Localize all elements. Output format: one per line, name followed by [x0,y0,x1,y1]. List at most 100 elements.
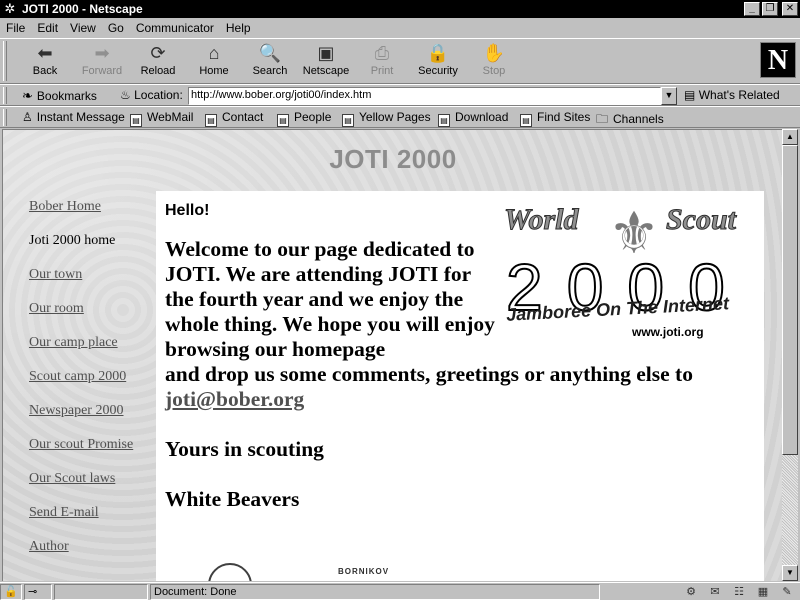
personal-item-instant-message[interactable]: ♙ Instant Message [22,110,125,124]
forward-label: Forward [81,65,123,77]
forward-arrow-icon: ➡ [94,43,110,63]
toolbar-grip[interactable] [3,109,7,126]
netscape-logo[interactable]: N [760,42,796,78]
stop-label: Stop [482,65,506,77]
home-button[interactable]: ⌂ Home [186,41,242,83]
status-bar: 🔓 ⊸ Document: Done ⚙ ✉ ☷ ▦ ✎ [0,582,800,600]
email-link[interactable]: joti@bober.org [165,387,304,411]
reload-button[interactable]: ⟳ Reload [130,41,186,83]
netscape-app-icon[interactable]: ✲ [2,1,18,17]
page-content[interactable]: JOTI 2000 Bober Home Joti 2000 home Our … [2,129,782,581]
scroll-up-button[interactable]: ▲ [782,129,798,145]
mail-icon[interactable]: ✉ [706,585,724,599]
print-label: Print [370,65,394,77]
bookmark-page-icon: ▤ [277,114,289,127]
navigation-toolbar: ⬅ Back ➡ Forward ⟳ Reload ⌂ Home 🔍 Searc… [0,38,800,84]
welcome-text: Welcome to our page dedicated to JOTI. W… [165,237,755,412]
address-book-icon[interactable]: ▦ [754,585,772,599]
maximize-button[interactable]: ❐ [762,2,778,16]
personal-item-label: Find Sites [537,110,591,124]
progress-bar [54,584,148,600]
personal-item-webmail[interactable]: ▤ WebMail [130,110,193,127]
personal-item-label: Channels [613,112,664,126]
related-label: What's Related [698,88,780,102]
personal-item-channels[interactable]: 🗀 Channels [596,110,664,131]
welcome-continuation: and drop us some comments, greetings or … [165,362,693,386]
bornikov-badge-image: BORNIKOV [338,567,390,576]
personal-item-label: Download [455,110,509,124]
security-button[interactable]: 🔒 Security [410,41,466,83]
whats-related-button[interactable]: ▤ What's Related [684,88,780,102]
menu-help[interactable]: Help [220,21,257,35]
security-label: Security [418,65,458,77]
print-icon: ⎙ [374,43,390,63]
menu-communicator[interactable]: Communicator [130,21,220,35]
menu-file[interactable]: File [0,21,31,35]
security-status-icon[interactable]: 🔓 [0,584,22,600]
personal-item-label: Instant Message [36,110,125,124]
minimize-button[interactable]: _ [744,2,760,16]
nav-link-author[interactable]: Author [29,539,69,555]
url-dropdown-button[interactable]: ▼ [661,87,677,105]
bookmark-page-icon: ▤ [438,114,450,127]
page-proxy-icon[interactable]: ♨ [120,88,131,102]
vertical-scrollbar[interactable]: ▲ ▼ [782,129,798,581]
bookmark-page-icon: ▤ [130,114,142,127]
personal-item-yellow-pages[interactable]: ▤ Yellow Pages [342,110,431,127]
page-heading: JOTI 2000 [329,144,457,174]
toolbar-grip[interactable] [3,41,7,81]
signature-text: White Beavers [165,487,300,511]
home-icon: ⌂ [208,43,220,63]
menu-edit[interactable]: Edit [31,21,64,35]
scroll-thumb[interactable] [782,145,798,455]
composer-icon[interactable]: ✎ [778,585,796,599]
folder-icon: 🗀 [596,112,609,126]
personal-item-label: Contact [222,110,264,124]
personal-item-label: Yellow Pages [359,110,431,124]
bookmark-page-icon: ▤ [520,114,532,127]
nav-link-newspaper-2000[interactable]: Newspaper 2000 [29,403,123,419]
bookmarks-icon: ❧ [22,88,33,103]
personal-item-label: WebMail [147,110,194,124]
personal-item-people[interactable]: ▤ People [277,110,331,127]
url-input[interactable]: http://www.bober.org/joti00/index.htm [188,87,661,105]
nav-link-our-town[interactable]: Our town [29,267,82,283]
forward-button[interactable]: ➡ Forward [74,41,130,83]
back-arrow-icon: ⬅ [37,43,53,63]
personal-item-contact[interactable]: ▤ Contact [205,110,263,127]
print-button[interactable]: ⎙ Print [354,41,410,83]
toolbar-grip[interactable] [3,87,7,104]
stop-button[interactable]: ✋ Stop [466,41,522,83]
bookmark-page-icon: ▤ [205,114,217,127]
personal-item-download[interactable]: ▤ Download [438,110,508,127]
nav-link-bober-home[interactable]: Bober Home [29,199,101,215]
home-label: Home [199,65,229,77]
nav-link-send-email[interactable]: Send E-mail [29,505,99,521]
newsgroups-icon[interactable]: ☷ [730,585,748,599]
nav-current-joti-home: Joti 2000 home [29,233,116,248]
menu-bar: File Edit View Go Communicator Help [0,18,800,38]
close-button[interactable]: ✕ [782,2,798,16]
location-label: ♨ Location: [120,88,183,102]
back-button[interactable]: ⬅ Back [17,41,73,83]
nav-link-scout-promise[interactable]: Our scout Promise [29,437,133,453]
navigator-icon[interactable]: ⚙ [682,585,700,599]
nav-link-camp-place[interactable]: Our camp place [29,335,118,351]
bookmarks-button[interactable]: ❧ Bookmarks [22,88,97,104]
related-icon: ▤ [684,88,696,102]
search-button[interactable]: 🔍 Search [242,41,298,83]
nav-link-scout-camp-2000[interactable]: Scout camp 2000 [29,369,126,385]
netscape-button[interactable]: ▣ Netscape [298,41,354,83]
menu-go[interactable]: Go [102,21,130,35]
location-toolbar: ❧ Bookmarks ♨ Location: http://www.bober.… [0,84,800,106]
nav-link-scout-laws[interactable]: Our Scout laws [29,471,115,487]
scroll-down-button[interactable]: ▼ [782,565,798,581]
bookmark-page-icon: ▤ [342,114,354,127]
netscape-label: Netscape [302,65,350,77]
menu-view[interactable]: View [64,21,102,35]
nav-link-our-room[interactable]: Our room [29,301,84,317]
title-bar: ✲ JOTI 2000 - Netscape _ ❐ ✕ [0,0,800,18]
stop-icon: ✋ [482,43,506,63]
location-label-text: Location: [134,88,183,102]
personal-item-find-sites[interactable]: ▤ Find Sites [520,110,590,127]
